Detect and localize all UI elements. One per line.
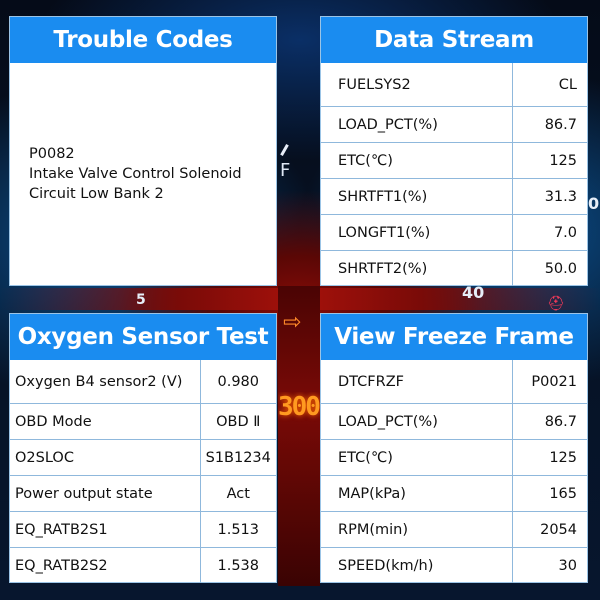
table-row[interactable]: Power output state Act	[10, 475, 276, 512]
param-value: 86.7	[511, 403, 587, 440]
trouble-code-description-line2: Circuit Low Bank 2	[29, 186, 164, 202]
param-value: 1.538	[199, 547, 276, 583]
param-value: 125	[511, 439, 587, 476]
param-value: OBD Ⅱ	[199, 403, 276, 440]
param-value: 86.7	[511, 106, 587, 143]
trouble-code-description-line1: Intake Valve Control Solenoid	[29, 166, 242, 182]
table-row[interactable]: SHRTFT1(%) 31.3	[321, 178, 587, 215]
table-row[interactable]: LOAD_PCT(%) 86.7	[321, 106, 587, 143]
data-stream-panel: Data Stream FUELSYS2 CL LOAD_PCT(%) 86.7 E…	[320, 16, 588, 286]
param-value: 0.980	[199, 360, 276, 404]
param-value: 7.0	[511, 214, 587, 251]
param-value: 1.513	[199, 511, 276, 548]
table-row[interactable]: O2SLOC S1B1234	[10, 439, 276, 476]
table-row[interactable]: EQ_RATB2S2 1.538	[10, 547, 276, 583]
dashboard-red-glow	[0, 288, 600, 310]
oxygen-sensor-test-panel: Oxygen Sensor Test Oxygen B4 sensor2 (V)…	[9, 313, 277, 583]
oxygen-sensor-table: Oxygen B4 sensor2 (V) 0.980 OBD Mode OBD Ⅱ…	[10, 360, 276, 583]
param-label: ETC(℃)	[321, 142, 512, 179]
tach-gauge-label: 5	[136, 292, 146, 308]
param-value: 165	[511, 475, 587, 512]
gauge-edge-digit: 0	[588, 194, 600, 213]
param-value: S1B1234	[199, 439, 276, 476]
table-row[interactable]: SHRTFT2(%) 50.0	[321, 250, 587, 286]
table-row[interactable]: RPM(min) 2054	[321, 511, 587, 548]
param-value: Act	[199, 475, 276, 512]
seatbelt-warning-icon: ⛑	[547, 296, 565, 312]
table-row[interactable]: ETC(℃) 125	[321, 439, 587, 476]
param-value: P0021	[511, 360, 587, 404]
data-stream-table: FUELSYS2 CL LOAD_PCT(%) 86.7 ETC(℃) 125 SHR…	[321, 63, 587, 286]
table-row[interactable]: Oxygen B4 sensor2 (V) 0.980	[10, 360, 276, 404]
table-row[interactable]: LONGFT1(%) 7.0	[321, 214, 587, 251]
param-label: SPEED(km/h)	[321, 547, 512, 583]
data-stream-title: Data Stream	[321, 17, 587, 63]
table-row[interactable]: DTCFRZF P0021	[321, 360, 587, 404]
oxygen-sensor-test-title: Oxygen Sensor Test	[10, 314, 276, 360]
table-row[interactable]: FUELSYS2 CL	[321, 63, 587, 107]
fuel-gauge-full-label: F	[280, 160, 291, 181]
param-label: O2SLOC	[10, 439, 200, 476]
param-label: OBD Mode	[10, 403, 200, 440]
table-row[interactable]: ETC(℃) 125	[321, 142, 587, 179]
param-label: SHRTFT1(%)	[321, 178, 512, 215]
param-value: 31.3	[511, 178, 587, 215]
table-row[interactable]: OBD Mode OBD Ⅱ	[10, 403, 276, 440]
param-label: LOAD_PCT(%)	[321, 403, 512, 440]
param-label: LOAD_PCT(%)	[321, 106, 512, 143]
param-label: EQ_RATB2S2	[10, 547, 200, 583]
table-row[interactable]: MAP(kPa) 165	[321, 475, 587, 512]
view-freeze-frame-panel: View Freeze Frame DTCFRZF P0021 LOAD_PCT(…	[320, 313, 588, 583]
trouble-codes-title: Trouble Codes	[10, 17, 276, 63]
param-value: 125	[511, 142, 587, 179]
param-label: Oxygen B4 sensor2 (V)	[15, 373, 183, 390]
param-label: MAP(kPa)	[321, 475, 512, 512]
param-value: 50.0	[511, 250, 587, 286]
param-label: ETC(℃)	[321, 439, 512, 476]
param-value: CL	[511, 63, 587, 107]
trouble-codes-panel: Trouble Codes P0082 Intake Valve Control…	[9, 16, 277, 286]
table-row[interactable]: EQ_RATB2S1 1.513	[10, 511, 276, 548]
dashboard-center-display	[278, 286, 320, 586]
param-label: SHRTFT2(%)	[321, 250, 512, 286]
param-label: Power output state	[10, 475, 200, 512]
trouble-code: P0082	[29, 146, 75, 162]
fuel-gauge-tick	[280, 144, 289, 156]
view-freeze-frame-title: View Freeze Frame	[321, 314, 587, 360]
trouble-code-entry[interactable]: P0082 Intake Valve Control Solenoid Circ…	[10, 63, 276, 285]
param-label: EQ_RATB2S1	[10, 511, 200, 548]
param-label: RPM(min)	[321, 511, 512, 548]
table-row[interactable]: SPEED(km/h) 30	[321, 547, 587, 583]
param-label: DTCFRZF	[338, 373, 404, 390]
param-label: LONGFT1(%)	[321, 214, 512, 251]
param-value: 2054	[511, 511, 587, 548]
odometer-digits: 300	[278, 392, 320, 422]
freeze-frame-table: DTCFRZF P0021 LOAD_PCT(%) 86.7 ETC(℃) 125 M…	[321, 360, 587, 583]
table-row[interactable]: LOAD_PCT(%) 86.7	[321, 403, 587, 440]
param-label: FUELSYS2	[338, 76, 411, 93]
turn-signal-arrow-icon: ⇨	[283, 310, 302, 335]
param-value: 30	[511, 547, 587, 583]
